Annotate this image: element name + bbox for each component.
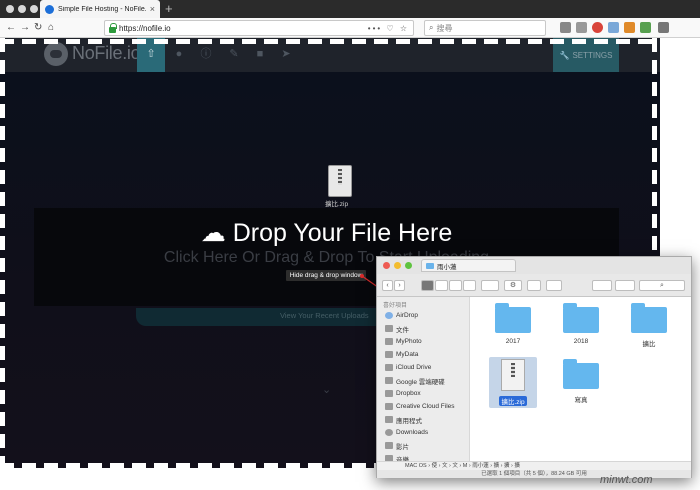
sidebar-item-dropbox[interactable]: Dropbox bbox=[385, 388, 421, 399]
back-button[interactable]: ‹ bbox=[382, 280, 393, 291]
folder-item[interactable]: 擴比 bbox=[625, 303, 673, 348]
sidebar-item-movies[interactable]: 影片 bbox=[385, 440, 409, 451]
folder-icon bbox=[426, 262, 434, 269]
zip-file-item[interactable]: 擴比.zip bbox=[489, 357, 537, 408]
tags-button[interactable] bbox=[546, 280, 562, 291]
sidebar-item-myphoto[interactable]: MyPhoto bbox=[385, 336, 422, 347]
applications-icon bbox=[385, 416, 393, 423]
search-field[interactable]: ⌕ bbox=[639, 280, 685, 291]
cloud-button[interactable] bbox=[615, 280, 635, 291]
folder-icon bbox=[385, 390, 393, 397]
finder-window: 雨小蓮 ‹ › ⚙ ⌕ 喜好項目 AirDrop 文件 MyPhoto MyDa… bbox=[376, 256, 692, 478]
sidebar-item-icloud[interactable]: iCloud Drive bbox=[385, 362, 431, 373]
icon-view-button[interactable] bbox=[421, 280, 434, 291]
folder-icon bbox=[385, 403, 393, 410]
folder-item[interactable]: 寫真 bbox=[557, 359, 605, 404]
close-window-icon[interactable] bbox=[383, 262, 390, 269]
finder-tab-title: 雨小蓮 bbox=[437, 263, 457, 271]
sidebar-item-mydata[interactable]: MyData bbox=[385, 349, 418, 360]
column-view-button[interactable] bbox=[449, 280, 462, 291]
sidebar-item-downloads[interactable]: Downloads bbox=[385, 427, 428, 438]
folder-icon bbox=[563, 359, 599, 389]
zip-file-icon bbox=[501, 359, 525, 391]
path-bar[interactable]: MAC OS › 使 › 文 › 文 › M › 雨小蓮 › 擴 › 擴 › 擴 bbox=[377, 461, 691, 470]
documents-icon bbox=[385, 325, 393, 332]
movies-icon bbox=[385, 442, 393, 449]
folder-item[interactable]: 2017 bbox=[489, 303, 537, 345]
maximize-window-icon[interactable] bbox=[405, 262, 412, 269]
sidebar-header: 喜好項目 bbox=[383, 303, 408, 309]
folder-icon bbox=[385, 338, 393, 345]
forward-button[interactable]: › bbox=[394, 280, 405, 291]
finder-tab[interactable]: 雨小蓮 bbox=[421, 259, 516, 272]
sidebar-item-documents[interactable]: 文件 bbox=[385, 323, 409, 334]
finder-titlebar: 雨小蓮 bbox=[377, 257, 691, 274]
cloud-icon bbox=[385, 364, 393, 371]
watermark: minwt.com bbox=[600, 474, 653, 486]
folder-icon bbox=[385, 351, 393, 358]
finder-toolbar: ‹ › ⚙ ⌕ bbox=[377, 274, 691, 297]
sidebar-item-airdrop[interactable]: AirDrop bbox=[385, 310, 418, 321]
sidebar-item-creative-cloud[interactable]: Creative Cloud Files bbox=[385, 401, 455, 412]
list-view-button[interactable] bbox=[435, 280, 448, 291]
airdrop-icon bbox=[385, 312, 393, 319]
folder-icon bbox=[563, 303, 599, 333]
share-button[interactable] bbox=[527, 280, 541, 291]
gear-icon[interactable]: ⚙ bbox=[504, 280, 522, 291]
arrange-button[interactable] bbox=[481, 280, 499, 291]
folder-icon bbox=[631, 303, 667, 333]
minimize-window-icon[interactable] bbox=[394, 262, 401, 269]
finder-sidebar: 喜好項目 AirDrop 文件 MyPhoto MyData iCloud Dr… bbox=[377, 297, 470, 464]
dropbox-button[interactable] bbox=[592, 280, 612, 291]
gallery-view-button[interactable] bbox=[463, 280, 476, 291]
folder-icon bbox=[495, 303, 531, 333]
finder-content: 2017 2018 擴比 擴比.zip 寫真 bbox=[471, 297, 691, 461]
folder-icon bbox=[385, 377, 393, 384]
sidebar-item-applications[interactable]: 應用程式 bbox=[385, 414, 422, 425]
downloads-icon bbox=[385, 429, 393, 436]
folder-item[interactable]: 2018 bbox=[557, 303, 605, 345]
sidebar-item-google-drive[interactable]: Google 雲端硬碟 bbox=[385, 375, 445, 386]
